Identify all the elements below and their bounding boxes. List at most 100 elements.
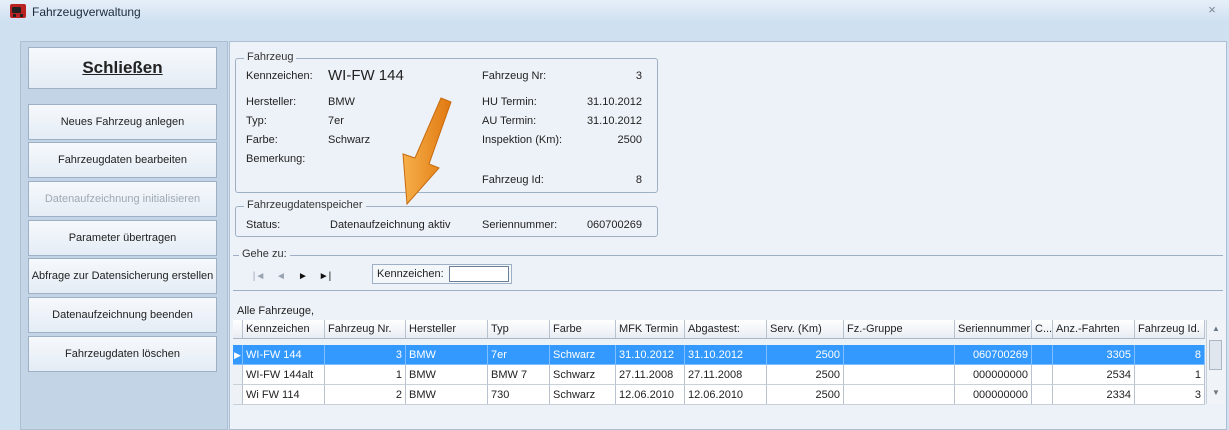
cell-type[interactable]: BMW 7 xyxy=(488,365,550,385)
cell-c[interactable] xyxy=(1032,365,1053,385)
column-header[interactable]: Typ xyxy=(488,320,550,338)
cell-trips[interactable]: 3305 xyxy=(1053,345,1135,365)
cell-vehicle-no[interactable]: 3 xyxy=(325,345,406,365)
cell-mfk[interactable]: 27.11.2008 xyxy=(616,365,685,385)
cell-plate[interactable]: WI-FW 144 xyxy=(243,345,325,365)
cell-vehicle-id[interactable]: 3 xyxy=(1135,385,1205,405)
cell-c[interactable] xyxy=(1032,385,1053,405)
close-icon[interactable]: × xyxy=(1205,3,1219,17)
cell-serial[interactable]: 060700269 xyxy=(955,345,1032,365)
cell-serial[interactable]: 000000000 xyxy=(955,385,1032,405)
cell-mfk[interactable]: 31.10.2012 xyxy=(616,345,685,365)
cell-vehicle-no[interactable]: 1 xyxy=(325,365,406,385)
grid-header: Kennzeichen Fahrzeug Nr. Hersteller Typ … xyxy=(233,320,1205,339)
scroll-up-icon[interactable]: ▲ xyxy=(1212,324,1220,333)
cell-vehicle-no[interactable]: 2 xyxy=(325,385,406,405)
column-header[interactable]: Fz.-Gruppe xyxy=(844,320,955,338)
au-value: 31.10.2012 xyxy=(586,115,642,127)
end-recording-button[interactable]: Datenaufzeichnung beenden xyxy=(28,297,217,333)
scroll-thumb[interactable] xyxy=(1209,340,1222,370)
column-header[interactable]: Serv. (Km) xyxy=(767,320,844,338)
column-header[interactable]: Hersteller xyxy=(406,320,488,338)
cell-c[interactable] xyxy=(1032,345,1053,365)
title-bar[interactable]: Fahrzeugverwaltung × xyxy=(0,0,1229,24)
first-icon[interactable]: |◄ xyxy=(250,270,268,284)
cell-color[interactable]: Schwarz xyxy=(550,385,616,405)
backup-query-label: Abfrage zur Datensicherung erstellen xyxy=(31,270,214,282)
cell-emissions[interactable]: 31.10.2012 xyxy=(685,345,767,365)
next-icon[interactable]: ► xyxy=(294,270,312,284)
init-recording-button: Datenaufzeichnung initialisieren xyxy=(28,181,217,217)
cell-group[interactable] xyxy=(844,345,955,365)
edit-vehicle-button[interactable]: Fahrzeugdaten bearbeiten xyxy=(28,142,217,178)
new-vehicle-button[interactable]: Neues Fahrzeug anlegen xyxy=(28,104,217,140)
edit-vehicle-label: Fahrzeugdaten bearbeiten xyxy=(57,154,188,166)
column-header[interactable]: Anz.-Fahrten xyxy=(1053,320,1135,338)
column-header[interactable]: Kennzeichen xyxy=(243,320,325,338)
grid-vertical-scrollbar[interactable]: ▲ ▼ xyxy=(1206,320,1225,404)
column-header[interactable]: Fahrzeug Id. xyxy=(1135,320,1205,338)
row-selector[interactable] xyxy=(233,385,243,405)
hu-value: 31.10.2012 xyxy=(586,96,642,108)
table-row[interactable]: WI-FW 144alt 1 BMW BMW 7 Schwarz 27.11.2… xyxy=(233,365,1205,385)
table-row[interactable]: Wi FW 114 2 BMW 730 Schwarz 12.06.2010 1… xyxy=(233,385,1205,405)
transfer-parameters-button[interactable]: Parameter übertragen xyxy=(28,220,217,256)
table-row[interactable]: ▶ WI-FW 144 3 BMW 7er Schwarz 31.10.2012… xyxy=(233,345,1205,365)
backup-query-button[interactable]: Abfrage zur Datensicherung erstellen xyxy=(28,258,217,294)
cell-plate[interactable]: Wi FW 114 xyxy=(243,385,325,405)
cell-manufacturer[interactable]: BMW xyxy=(406,345,488,365)
end-recording-label: Datenaufzeichnung beenden xyxy=(52,309,193,321)
window-title: Fahrzeugverwaltung xyxy=(32,5,141,19)
init-recording-label: Datenaufzeichnung initialisieren xyxy=(44,193,201,205)
vehicle-no-value: 3 xyxy=(635,70,642,82)
grid-caption: Alle Fahrzeuge, xyxy=(237,305,315,317)
last-icon[interactable]: ►| xyxy=(316,270,334,284)
cell-trips[interactable]: 2534 xyxy=(1053,365,1135,385)
column-header[interactable]: MFK Termin xyxy=(616,320,685,338)
cell-emissions[interactable]: 27.11.2008 xyxy=(685,365,767,385)
cell-emissions[interactable]: 12.06.2010 xyxy=(685,385,767,405)
cell-type[interactable]: 7er xyxy=(488,345,550,365)
cell-vehicle-id[interactable]: 8 xyxy=(1135,345,1205,365)
cell-manufacturer[interactable]: BMW xyxy=(406,365,488,385)
cell-service[interactable]: 2500 xyxy=(767,345,844,365)
cell-vehicle-id[interactable]: 1 xyxy=(1135,365,1205,385)
cell-service[interactable]: 2500 xyxy=(767,365,844,385)
column-header[interactable]: Seriennummer xyxy=(955,320,1032,338)
delete-vehicle-button[interactable]: Fahrzeugdaten löschen xyxy=(28,336,217,372)
cell-color[interactable]: Schwarz xyxy=(550,365,616,385)
cell-service[interactable]: 2500 xyxy=(767,385,844,405)
type-label: Typ: xyxy=(246,115,267,127)
cell-trips[interactable]: 2334 xyxy=(1053,385,1135,405)
new-vehicle-label: Neues Fahrzeug anlegen xyxy=(60,116,185,128)
column-header[interactable]: Abgastest: xyxy=(685,320,767,338)
cell-group[interactable] xyxy=(844,385,955,405)
manufacturer-label: Hersteller: xyxy=(246,96,297,108)
close-button[interactable]: Schließen xyxy=(28,47,217,89)
au-label: AU Termin: xyxy=(482,115,537,127)
color-label: Farbe: xyxy=(246,134,278,146)
inspection-value: 2500 xyxy=(617,134,642,146)
column-header[interactable]: Fahrzeug Nr. xyxy=(325,320,406,338)
cell-plate[interactable]: WI-FW 144alt xyxy=(243,365,325,385)
app-window: Fahrzeugverwaltung × Schließen Neues Fah… xyxy=(0,0,1229,430)
cell-type[interactable]: 730 xyxy=(488,385,550,405)
column-header[interactable]: C... xyxy=(1032,320,1053,338)
vehicle-no-label: Fahrzeug Nr: xyxy=(482,70,547,82)
prev-icon[interactable]: ◄ xyxy=(272,270,290,284)
cell-color[interactable]: Schwarz xyxy=(550,345,616,365)
column-header[interactable]: Farbe xyxy=(550,320,616,338)
transfer-parameters-label: Parameter übertragen xyxy=(68,232,177,244)
cell-mfk[interactable]: 12.06.2010 xyxy=(616,385,685,405)
annotation-arrow-icon xyxy=(402,97,452,206)
cell-group[interactable] xyxy=(844,365,955,385)
row-selector[interactable] xyxy=(233,365,243,385)
cell-serial[interactable]: 000000000 xyxy=(955,365,1032,385)
status-label: Status: xyxy=(246,219,281,231)
recorder-group-title: Fahrzeugdatenspeicher xyxy=(244,199,366,211)
hu-label: HU Termin: xyxy=(482,96,537,108)
scroll-down-icon[interactable]: ▼ xyxy=(1212,388,1220,397)
cell-manufacturer[interactable]: BMW xyxy=(406,385,488,405)
goto-plate-box: Kennzeichen: xyxy=(372,264,512,284)
goto-plate-input[interactable] xyxy=(449,266,509,282)
